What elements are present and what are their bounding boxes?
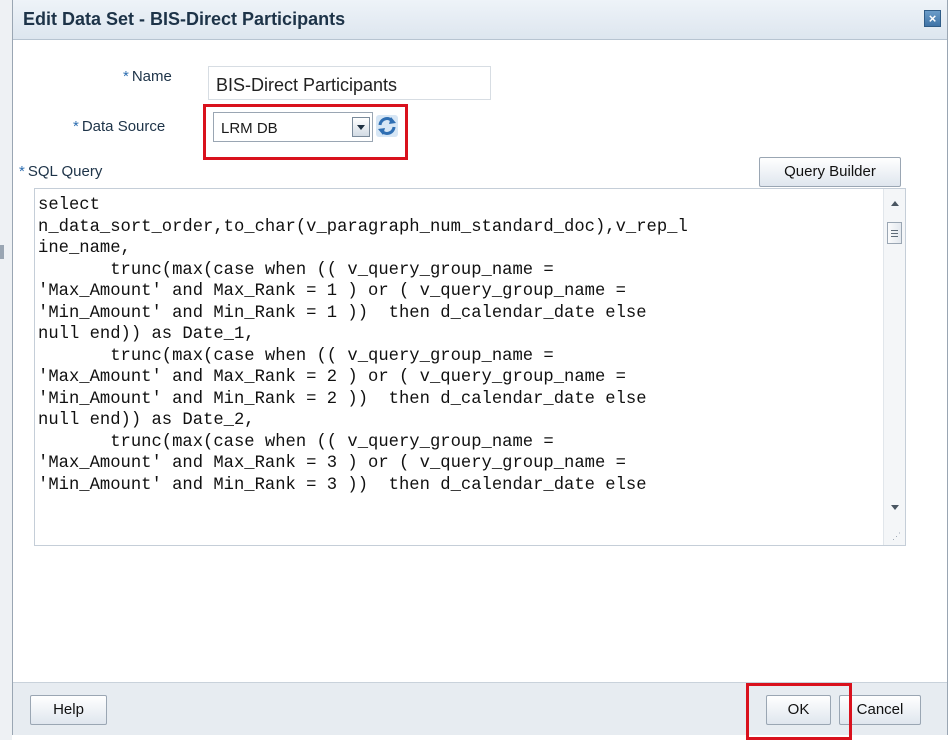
sql-query-label: SQL Query — [27, 163, 103, 180]
data-source-label: Data Source — [81, 118, 166, 135]
thumb-grip-line — [891, 236, 898, 237]
ok-button-highlight — [746, 683, 852, 740]
sql-query-textarea[interactable]: select n_data_sort_order,to_char(v_parag… — [34, 188, 906, 546]
data-source-highlight — [203, 104, 408, 160]
edit-data-set-dialog: Edit Data Set - BIS-Direct Participants … — [12, 0, 948, 740]
sql-query-text[interactable]: select n_data_sort_order,to_char(v_parag… — [35, 195, 883, 539]
scroll-down-arrow-icon[interactable] — [891, 505, 899, 510]
name-label-wrap: * Name — [123, 68, 172, 85]
required-marker: * — [19, 163, 25, 180]
thumb-grip-line — [891, 230, 898, 231]
data-source-label-wrap: * Data Source — [73, 118, 165, 135]
background-window-edge — [0, 0, 12, 740]
scroll-up-arrow-icon[interactable] — [891, 201, 899, 206]
dialog-title-bar: Edit Data Set - BIS-Direct Participants … — [13, 0, 947, 40]
resize-grip-icon[interactable]: ⋰ — [892, 532, 901, 541]
name-input[interactable]: BIS-Direct Participants — [208, 66, 491, 100]
thumb-grip-line — [891, 233, 898, 234]
sql-query-label-wrap: * SQL Query — [19, 163, 102, 180]
help-button[interactable]: Help — [30, 695, 107, 725]
vertical-scrollbar[interactable] — [883, 189, 905, 545]
dialog-title: Edit Data Set - BIS-Direct Participants — [23, 9, 346, 29]
name-label: Name — [131, 68, 172, 85]
query-builder-button[interactable]: Query Builder — [759, 157, 901, 187]
background-window-mark — [0, 245, 4, 259]
required-marker: * — [123, 68, 129, 85]
scrollbar-thumb[interactable] — [887, 222, 902, 244]
required-marker: * — [73, 118, 79, 135]
close-icon[interactable]: × — [924, 10, 941, 27]
